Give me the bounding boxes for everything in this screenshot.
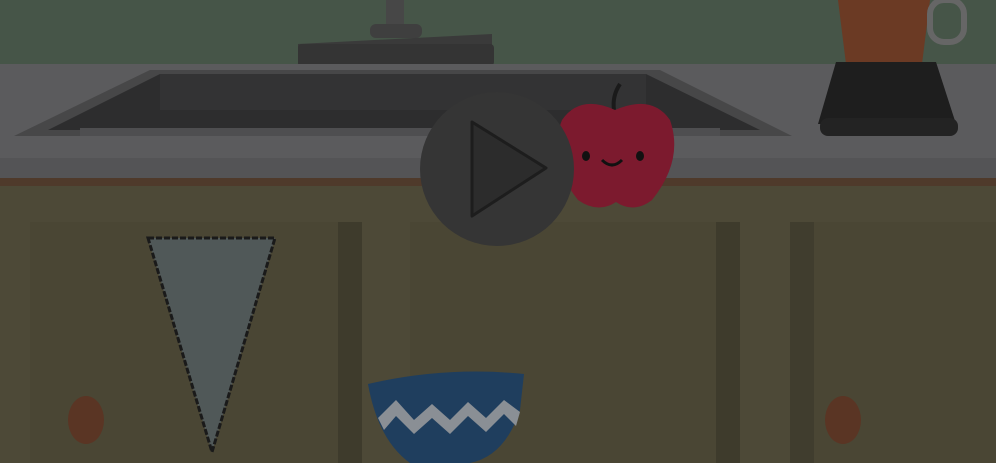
game-stage	[0, 0, 996, 463]
play-button[interactable]	[420, 92, 574, 246]
sink-icon	[14, 70, 792, 136]
cabinet-knob-icon[interactable]	[68, 396, 104, 444]
cabinet-door-right	[790, 222, 996, 463]
cabinet-knob-icon[interactable]	[825, 396, 861, 444]
play-icon	[470, 120, 548, 218]
